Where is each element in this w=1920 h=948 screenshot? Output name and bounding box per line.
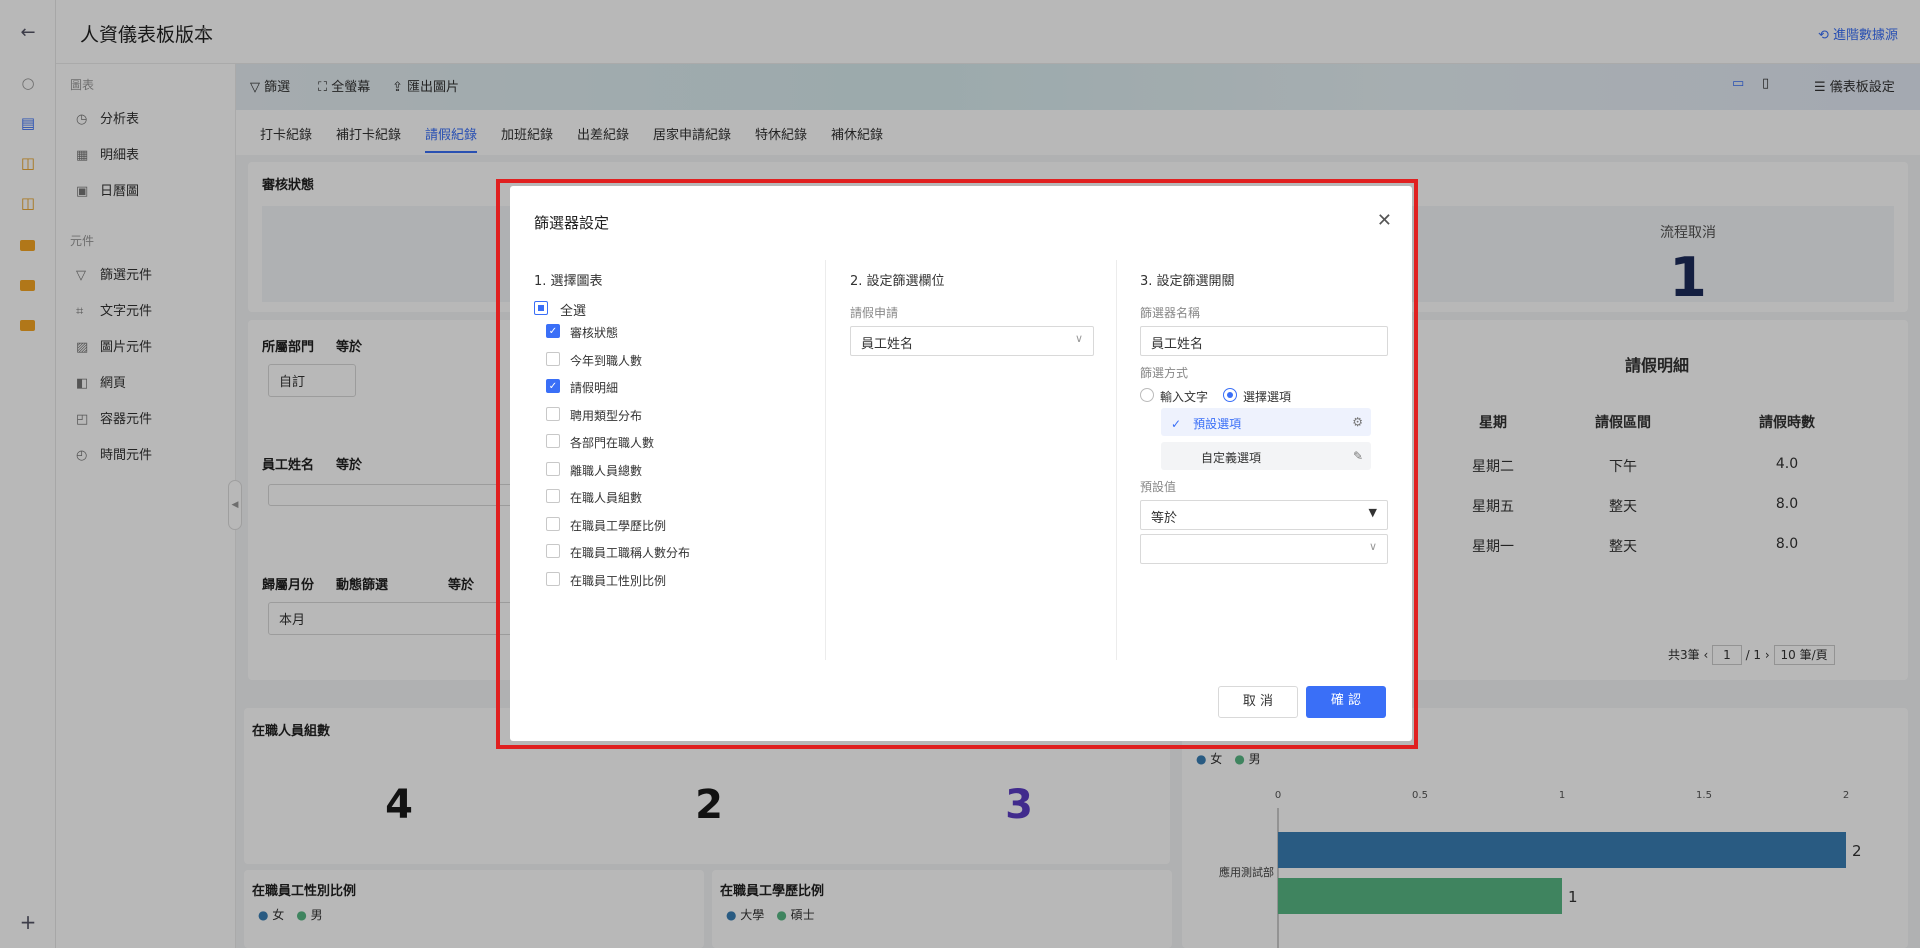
text-input-radio-label: 輸入文字 (1160, 390, 1209, 404)
chart-checkbox-label: 請假明細 (570, 381, 619, 395)
field-source-label: 請假申請 (850, 306, 899, 320)
filter-name-label: 篩選器名稱 (1140, 306, 1201, 320)
chart-checkbox[interactable] (546, 544, 560, 558)
gear-icon[interactable]: ⚙ (1352, 415, 1363, 429)
filter-settings-dialog: 篩選器設定 ✕ 1. 選擇圖表 全選 ✓ 審核狀態今年到職人數 ✓ 請假明細聘用類型分… (510, 186, 1412, 741)
step2-title: 2. 設定篩選欄位 (850, 274, 945, 289)
select-all-checkbox[interactable] (534, 301, 548, 315)
chart-checkbox[interactable] (546, 434, 560, 448)
chart-checkbox[interactable] (546, 489, 560, 503)
default-option-item[interactable]: ✓ 預設選項 ⚙ (1161, 408, 1371, 436)
field-select-value: 員工姓名 (861, 337, 914, 352)
filter-mode-label: 篩選方式 (1140, 366, 1189, 380)
filter-name-input[interactable]: 員工姓名 (1140, 326, 1388, 356)
column-divider (1116, 260, 1117, 660)
cancel-button[interactable]: 取 消 (1218, 686, 1298, 718)
default-value-label: 預設值 (1140, 480, 1177, 494)
chart-checkbox-label: 審核狀態 (570, 326, 619, 340)
chart-checkbox[interactable]: ✓ (546, 379, 560, 393)
chart-checkbox-label: 在職人員組數 (570, 491, 643, 505)
default-op-select[interactable]: 等於 ▼ (1140, 500, 1388, 530)
chart-checkbox-label: 今年到職人數 (570, 353, 643, 368)
step1-title: 1. 選擇圖表 (534, 274, 603, 289)
default-option-label: 預設選項 (1193, 417, 1242, 431)
default-value-select[interactable]: ∨ (1140, 534, 1388, 564)
chart-checkbox[interactable] (546, 461, 560, 476)
chevron-down-icon: ∨ (1074, 332, 1083, 345)
chart-checkbox-label: 在職員工職稱人數分布 (570, 546, 691, 560)
column-divider (825, 260, 826, 660)
chart-checkbox[interactable] (546, 571, 560, 586)
confirm-button[interactable]: 確 認 (1306, 686, 1386, 718)
check-icon: ✓ (1171, 417, 1194, 431)
text-input-radio[interactable] (1140, 388, 1154, 402)
chart-checkbox-label: 離職人員總數 (570, 463, 643, 478)
chart-checkbox[interactable] (546, 406, 560, 421)
chart-checkbox-label: 各部門在職人數 (570, 436, 655, 450)
default-op-value: 等於 (1151, 511, 1178, 526)
chart-checkbox-label: 在職員工學歷比例 (570, 518, 667, 533)
chart-checkbox-label: 聘用類型分布 (570, 408, 643, 423)
step3-title: 3. 設定篩選開關 (1140, 274, 1235, 289)
dialog-title: 篩選器設定 (534, 214, 610, 232)
edit-icon[interactable]: ✎ (1353, 449, 1363, 463)
select-all-label: 全選 (560, 304, 587, 319)
custom-option-item[interactable]: 自定義選項 ✎ (1161, 442, 1371, 470)
chevron-down-icon: ∨ (1368, 540, 1377, 553)
chart-checkbox[interactable]: ✓ (546, 324, 560, 338)
chart-checkbox-label: 在職員工性別比例 (570, 573, 667, 588)
field-select[interactable]: 員工姓名 ∨ (850, 326, 1094, 356)
select-option-radio-label: 選擇選項 (1243, 390, 1292, 404)
chart-checkbox[interactable] (546, 516, 560, 531)
custom-option-label: 自定義選項 (1201, 451, 1262, 465)
close-icon[interactable]: ✕ (1377, 210, 1392, 231)
chart-checkbox[interactable] (546, 351, 560, 366)
select-option-radio[interactable] (1223, 388, 1237, 402)
caret-down-icon: ▼ (1368, 506, 1377, 519)
